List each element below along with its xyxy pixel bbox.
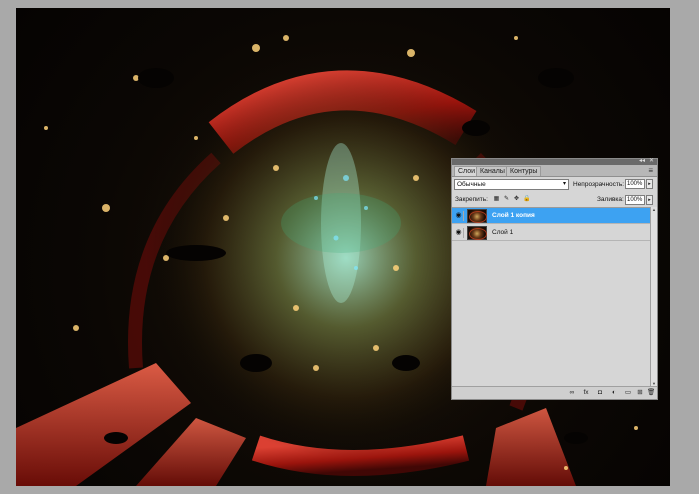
link-icon[interactable]: ∞ (568, 389, 576, 397)
group-icon[interactable]: ▭ (624, 389, 632, 397)
opacity-input[interactable]: 100% (625, 179, 645, 189)
lock-all-icon[interactable]: 🔒 (523, 196, 530, 203)
layers-panel: ◂◂ ✕ Слои Каналы Контуры ≡ Обычные ▾ Неп… (451, 158, 658, 400)
lock-transparent-icon[interactable]: ▦ (493, 196, 500, 203)
chevron-down-icon: ▾ (562, 181, 566, 187)
lock-move-icon[interactable]: ✥ (513, 196, 520, 203)
blend-row: Обычные ▾ Непрозрачность: 100% ▸ (452, 178, 657, 192)
trash-icon[interactable]: 🗑 (647, 389, 655, 397)
mask-icon[interactable]: ◘ (596, 389, 604, 397)
visibility-eye-icon[interactable]: ◉ (454, 228, 464, 238)
layers-footer: ∞ fx ◘ ◐ ▭ ⊞ 🗑 (452, 386, 657, 399)
new-layer-icon[interactable]: ⊞ (636, 389, 644, 397)
blend-mode-value: Обычные (457, 181, 486, 188)
panel-menu-icon[interactable]: ≡ (648, 165, 653, 176)
opacity-label: Непрозрачность: (573, 181, 625, 188)
panel-tabs: Слои Каналы Контуры ≡ (452, 165, 657, 177)
layer-name[interactable]: Слой 1 (492, 229, 513, 236)
layer-row-base[interactable]: ◉ Слой 1 (452, 225, 652, 241)
lock-label: Закрепить: (455, 196, 488, 203)
layer-list-scrollbar[interactable]: ▲ ▼ (650, 207, 657, 387)
tab-paths[interactable]: Контуры (506, 166, 542, 176)
close-panel-icon[interactable]: ✕ (649, 157, 654, 164)
layer-thumbnail (467, 209, 487, 223)
layer-name[interactable]: Слой 1 копия (492, 212, 535, 219)
lock-brush-icon[interactable]: ✎ (503, 196, 510, 203)
lock-row: Закрепить: ▦ ✎ ✥ 🔒 Заливка: 100% ▸ (452, 194, 657, 206)
tab-channels[interactable]: Каналы (476, 166, 509, 176)
layer-row-copy[interactable]: ◉ Слой 1 копия (452, 208, 652, 224)
collapse-panel-icon[interactable]: ◂◂ (639, 157, 645, 164)
opacity-stepper[interactable]: ▸ (646, 179, 653, 189)
fill-label: Заливка: (597, 196, 624, 203)
blend-mode-select[interactable]: Обычные ▾ (454, 179, 569, 190)
fill-stepper[interactable]: ▸ (646, 195, 653, 205)
fx-icon[interactable]: fx (582, 389, 590, 397)
fill-input[interactable]: 100% (625, 195, 645, 205)
layer-thumbnail (467, 226, 487, 240)
layer-list: ◉ Слой 1 копия ◉ Слой 1 (452, 207, 652, 388)
visibility-eye-icon[interactable]: ◉ (454, 211, 464, 221)
adjustment-icon[interactable]: ◐ (610, 389, 618, 397)
scroll-up-icon[interactable]: ▲ (651, 207, 657, 213)
